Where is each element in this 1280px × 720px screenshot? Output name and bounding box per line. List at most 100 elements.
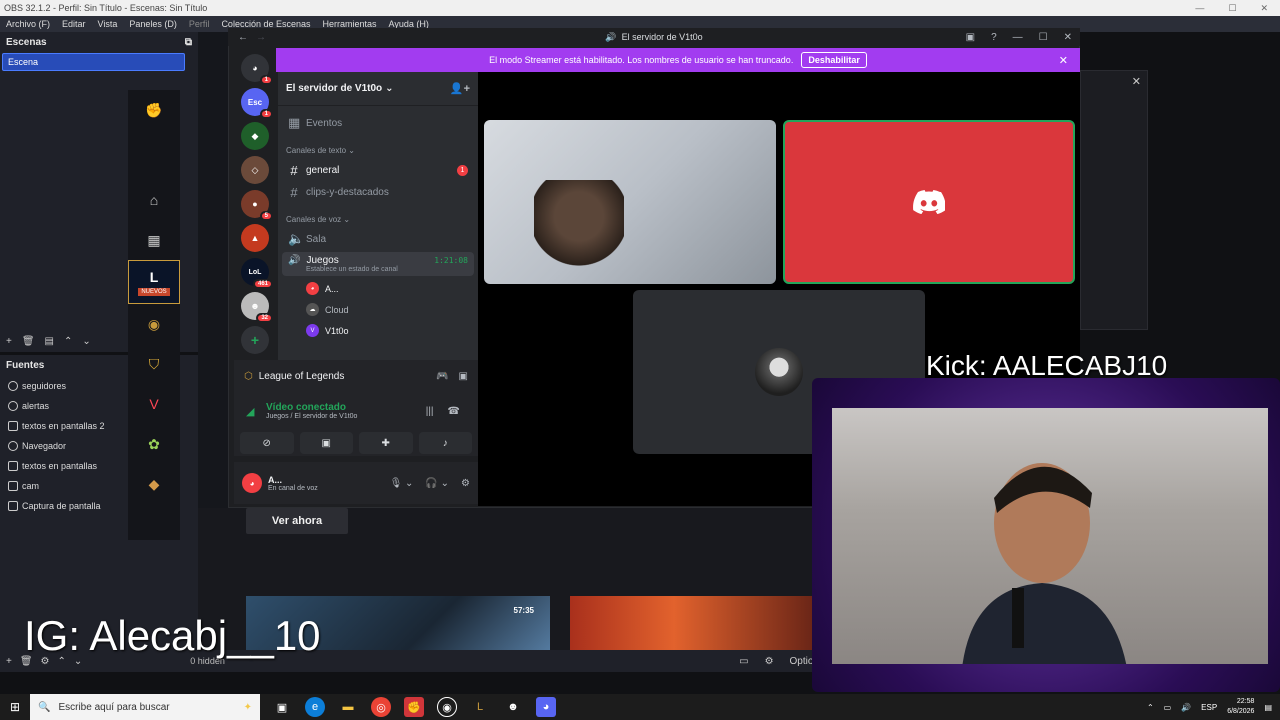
events-link[interactable]: ▦ Eventos: [278, 112, 478, 134]
disconnect-icon[interactable]: ☎: [448, 406, 460, 417]
scene-item[interactable]: Escena: [2, 53, 185, 71]
video-tile[interactable]: [484, 120, 776, 284]
invite-icon[interactable]: 👤+: [450, 82, 470, 95]
server-icon[interactable]: ◇: [241, 156, 269, 184]
server-icon-lol[interactable]: LoL 461: [241, 258, 273, 289]
webcam-feed: [832, 408, 1268, 664]
add-scene-icon[interactable]: +: [6, 336, 12, 347]
notification-icon[interactable]: ▤: [1264, 703, 1272, 712]
chevron-up-icon[interactable]: ⌃: [1147, 703, 1154, 712]
channel-general[interactable]: # general 1: [278, 159, 478, 181]
camera-off-icon: ⊘: [262, 437, 271, 449]
scene-filter-icon[interactable]: ▤: [45, 336, 54, 347]
controller-icon[interactable]: 🎮: [436, 371, 448, 382]
help-icon[interactable]: ?: [991, 32, 997, 43]
channel-status[interactable]: Establece un estado de canal: [288, 266, 468, 273]
gear-icon[interactable]: ⚙: [461, 478, 470, 489]
channel-sala[interactable]: 🔈 Sala: [278, 228, 478, 250]
add-server-icon[interactable]: +: [241, 326, 269, 354]
close-icon[interactable]: ✕: [1059, 54, 1068, 67]
menu-archivo[interactable]: Archivo (F): [6, 19, 50, 29]
discord-taskbar-icon[interactable]: ◕: [536, 697, 556, 717]
server-icon[interactable]: ● 5: [241, 190, 273, 221]
lor-icon[interactable]: ⛉: [128, 344, 180, 384]
activities-button[interactable]: ✚: [359, 432, 413, 454]
edge-icon[interactable]: e: [305, 697, 325, 717]
camera-off-button[interactable]: ⊘: [240, 432, 294, 454]
video-tile-speaking[interactable]: [783, 120, 1075, 284]
tft-icon[interactable]: ◉: [128, 304, 180, 344]
volume-icon[interactable]: 🔊: [1181, 703, 1191, 712]
windows-start-icon[interactable]: ⊞: [0, 700, 30, 714]
close-icon[interactable]: ✕: [1064, 32, 1072, 43]
twofold-icon[interactable]: ✿: [128, 424, 180, 464]
server-icon[interactable]: ▲: [241, 224, 269, 252]
headphones-icon[interactable]: 🎧 ⌄: [425, 478, 449, 489]
channel-juegos[interactable]: 🔊 Juegos 1:21:08 Establece un estado de …: [282, 252, 474, 276]
screen-share-icon[interactable]: ▣: [459, 371, 468, 382]
category-voice[interactable]: Canales de voz ⌄: [278, 203, 478, 228]
remove-scene-icon[interactable]: 🗑: [22, 336, 35, 347]
ver-ahora-button[interactable]: Ver ahora: [246, 508, 348, 534]
activity-panel[interactable]: ⬡ League of Legends 🎮 ▣: [234, 360, 478, 392]
forward-arrow-icon[interactable]: →: [256, 32, 266, 43]
grid-icon[interactable]: ▦: [128, 220, 180, 260]
clock[interactable]: 22:58 6/8/2026: [1227, 697, 1254, 717]
maximize-icon[interactable]: ☐: [1228, 3, 1236, 14]
inbox-icon[interactable]: ▣: [966, 32, 975, 43]
runeterra-icon[interactable]: ◆: [128, 464, 180, 504]
chrome-icon[interactable]: ◎: [371, 697, 391, 717]
menu-paneles[interactable]: Paneles (D): [129, 19, 177, 29]
discord-home-icon[interactable]: ◕ 1: [241, 54, 273, 85]
add-source-icon[interactable]: +: [6, 656, 12, 667]
lock-icon[interactable]: ▭: [739, 656, 748, 667]
menu-vista[interactable]: Vista: [98, 19, 118, 29]
server-icon[interactable]: ☻ 32: [241, 292, 273, 323]
minimize-icon[interactable]: —: [1013, 32, 1023, 43]
minimize-icon[interactable]: —: [1195, 3, 1204, 14]
move-up-icon[interactable]: ⌃: [64, 336, 72, 347]
channel-clips[interactable]: # clips-y-destacados: [278, 181, 478, 203]
lol-tile[interactable]: L NUEVOS: [128, 260, 180, 304]
category-text[interactable]: Canales de texto ⌄: [278, 134, 478, 159]
voice-member[interactable]: ◕ A...: [278, 278, 478, 299]
riot-client-icon[interactable]: ✊: [404, 697, 424, 717]
microphone-icon[interactable]: 🎙 ⌄: [390, 478, 414, 489]
member-name: Cloud: [325, 304, 349, 315]
gear-icon[interactable]: ⚙: [765, 656, 774, 667]
soundboard-button[interactable]: ♪: [418, 432, 472, 454]
source-label: Captura de pantalla: [22, 501, 101, 511]
obs-icon[interactable]: ◉: [437, 697, 457, 717]
server-icon-esc[interactable]: Esc 1: [241, 88, 273, 119]
voice-member[interactable]: ☁ Cloud: [278, 299, 478, 320]
league-icon[interactable]: L: [470, 697, 490, 717]
app-icon[interactable]: ☻: [503, 697, 523, 717]
screen-share-button[interactable]: ▣: [299, 432, 353, 454]
voice-member[interactable]: V V1t0o: [278, 320, 478, 341]
back-arrow-icon[interactable]: ←: [238, 32, 248, 43]
maximize-icon[interactable]: ☐: [1039, 32, 1048, 43]
undock-icon[interactable]: ⧉: [185, 37, 192, 48]
riot-logo-icon[interactable]: ✊: [128, 90, 180, 130]
close-icon[interactable]: ✕: [1260, 3, 1268, 14]
network-icon[interactable]: ▭: [1164, 703, 1172, 712]
server-icon[interactable]: ◆: [241, 122, 269, 150]
valorant-icon[interactable]: V: [128, 384, 180, 424]
avatar[interactable]: ◕: [242, 473, 262, 493]
close-icon[interactable]: ✕: [1132, 75, 1141, 88]
video-thumbnail[interactable]: [570, 596, 830, 650]
disable-streamer-button[interactable]: Deshabilitar: [801, 52, 867, 68]
menu-perfil[interactable]: Perfil: [189, 19, 210, 29]
user-info[interactable]: A... En canal de voz: [268, 475, 318, 492]
task-view-icon[interactable]: ▣: [272, 697, 292, 717]
move-down-icon[interactable]: ⌄: [82, 336, 90, 347]
server-header[interactable]: El servidor de V1t0o ⌄ 👤+: [278, 72, 478, 106]
file-explorer-icon[interactable]: ▬: [338, 697, 358, 717]
noise-suppression-icon[interactable]: |||: [426, 406, 434, 417]
speaker-icon: 🔈: [288, 231, 305, 246]
menu-editar[interactable]: Editar: [62, 19, 86, 29]
language-indicator[interactable]: ESP: [1201, 703, 1217, 712]
signal-icon[interactable]: ◢: [246, 405, 254, 418]
home-icon[interactable]: ⌂: [128, 180, 180, 220]
taskbar-search[interactable]: 🔍 Escribe aquí para buscar ✦: [30, 694, 260, 720]
